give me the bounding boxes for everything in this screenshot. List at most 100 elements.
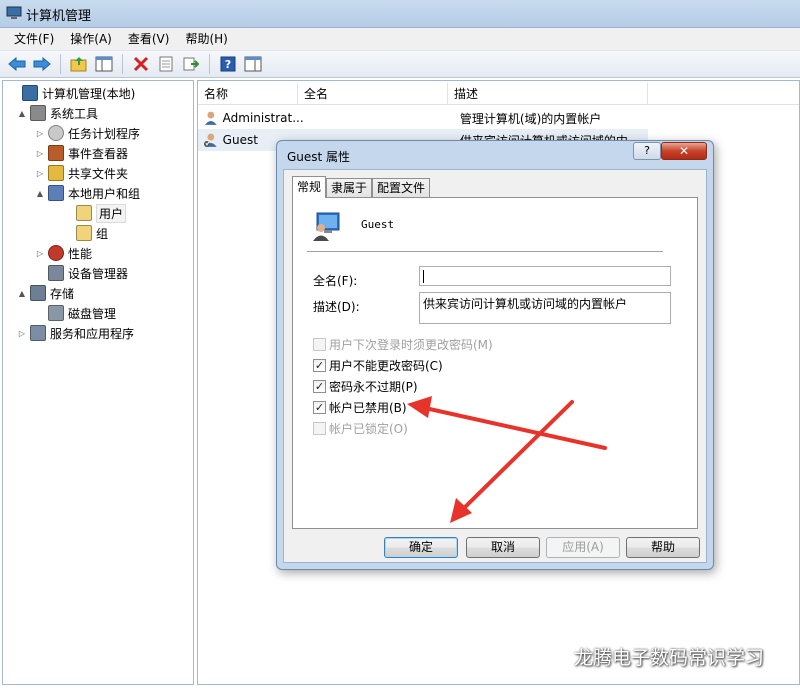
tree-item-label: 共享文件夹 xyxy=(68,166,129,181)
apply-button[interactable]: 应用(A) xyxy=(546,537,620,558)
tree-item-label: 系统工具 xyxy=(50,106,99,121)
dialog-close-button[interactable]: ✕ xyxy=(661,142,707,160)
show-tree-icon xyxy=(95,56,113,72)
expand-icon[interactable]: ▷ xyxy=(35,129,45,138)
tree-item[interactable]: 用户 xyxy=(63,203,127,223)
tree-item-label: 组 xyxy=(96,226,109,241)
forward-button[interactable] xyxy=(31,53,53,75)
check-mark-icon: ✓ xyxy=(313,379,326,393)
checkbox-box xyxy=(313,337,326,351)
fullname-input[interactable] xyxy=(419,266,671,286)
tree-item[interactable]: 磁盘管理 xyxy=(35,303,116,323)
up-level-button[interactable] xyxy=(68,53,90,75)
tab-general[interactable]: 常规 xyxy=(292,176,327,198)
tree-item[interactable]: ▷ 性能 xyxy=(35,243,92,263)
tree-item-label: 性能 xyxy=(68,246,93,261)
dialog-tabs: 常规 隶属于 配置文件 xyxy=(292,176,431,198)
tree-item-label: 设备管理器 xyxy=(68,266,129,281)
tree-item[interactable]: ▲ 存储 xyxy=(17,283,74,303)
collapse-icon[interactable]: ▲ xyxy=(35,189,45,198)
tree-item[interactable]: 设备管理器 xyxy=(35,263,128,283)
tree-item[interactable]: ▲ 系统工具 xyxy=(17,103,98,123)
services-icon xyxy=(30,325,46,341)
checkbox-box xyxy=(313,421,326,435)
column-description[interactable]: 描述 xyxy=(448,83,648,105)
ok-button[interactable]: 确定 xyxy=(384,537,458,558)
dialog-body: 常规 隶属于 配置文件 Guest 全名(F): 描述(D): 供来宾访问计算机… xyxy=(283,169,707,563)
toolbar: ? xyxy=(0,50,800,78)
expand-icon[interactable]: ▷ xyxy=(35,149,45,158)
column-fullname[interactable]: 全名 xyxy=(298,83,448,105)
row-description: 管理计算机(域)的内置帐户 xyxy=(459,111,602,126)
dialog-help-button[interactable]: ? xyxy=(633,142,661,160)
storage-icon xyxy=(30,285,46,301)
tree-item[interactable]: 组 xyxy=(63,223,108,243)
checkbox-label: 用户下次登录时须更改密码(M) xyxy=(329,337,493,352)
expand-icon[interactable]: ▷ xyxy=(35,249,45,258)
tools-icon xyxy=(30,105,46,121)
checkbox-cannot-change-password[interactable]: ✓ 用户不能更改密码(C) xyxy=(313,357,443,373)
help-icon: ? xyxy=(220,56,236,72)
tree-item[interactable]: ▲ 本地用户和组 xyxy=(35,183,140,203)
collapse-icon[interactable]: ▲ xyxy=(17,289,27,298)
show-tree-button[interactable] xyxy=(93,53,115,75)
help-dialog-button[interactable]: 帮助 xyxy=(626,537,700,558)
up-folder-icon xyxy=(70,57,87,72)
tree-item[interactable]: ▷ 服务和应用程序 xyxy=(17,323,134,343)
delete-button[interactable] xyxy=(130,53,152,75)
check-mark-icon: ✓ xyxy=(313,400,326,414)
tree-item-label: 用户 xyxy=(96,203,127,223)
list-row-administrator[interactable]: Administrat... 管理计算机(域)的内置帐户 xyxy=(198,107,648,129)
properties-button[interactable] xyxy=(155,53,177,75)
properties-icon xyxy=(159,56,173,72)
menu-view[interactable]: 查看(V) xyxy=(120,28,178,50)
expand-icon[interactable]: ▷ xyxy=(35,169,45,178)
tree-item-label: 事件查看器 xyxy=(68,146,129,161)
tree-item[interactable]: ▷ 共享文件夹 xyxy=(35,163,128,183)
performance-icon xyxy=(48,245,64,261)
checkbox-must-change-password[interactable]: 用户下次登录时须更改密码(M) xyxy=(313,336,493,352)
back-arrow-icon xyxy=(8,57,26,71)
description-input[interactable]: 供来宾访问计算机或访问域的内置帐户 xyxy=(419,292,671,324)
help-button[interactable]: ? xyxy=(217,53,239,75)
check-mark-icon: ✓ xyxy=(313,358,326,372)
back-button[interactable] xyxy=(6,53,28,75)
checkbox-password-never-expires[interactable]: ✓ 密码永不过期(P) xyxy=(313,378,418,394)
wechat-icon xyxy=(538,645,567,666)
watermark-text: 龙腾电子数码常识学习 xyxy=(574,646,765,669)
tab-member-of[interactable]: 隶属于 xyxy=(326,178,373,198)
user-name-label: Guest xyxy=(361,218,395,231)
tree-item[interactable]: ▷ 任务计划程序 xyxy=(35,123,140,143)
user-account-icon xyxy=(313,212,340,241)
computer-management-icon xyxy=(6,6,22,19)
action-pane-icon xyxy=(244,56,262,72)
watermark: 龙腾电子数码常识学习 xyxy=(538,642,764,670)
export-button[interactable] xyxy=(180,53,202,75)
menu-action[interactable]: 操作(A) xyxy=(62,28,120,50)
action-pane-button[interactable] xyxy=(242,53,264,75)
menu-file[interactable]: 文件(F) xyxy=(6,28,62,50)
menu-help[interactable]: 帮助(H) xyxy=(177,28,235,50)
event-viewer-icon xyxy=(48,145,64,161)
tree-item-label: 计算机管理(本地) xyxy=(42,86,136,101)
tree-item-label: 磁盘管理 xyxy=(68,306,117,321)
tree-item-label: 本地用户和组 xyxy=(68,186,141,201)
svg-text:?: ? xyxy=(225,58,231,71)
list-header: 名称 全名 描述 xyxy=(198,83,799,105)
tree-item[interactable]: ▷ 事件查看器 xyxy=(35,143,128,163)
checkbox-account-disabled[interactable]: ✓ 帐户已禁用(B) xyxy=(313,399,407,415)
export-icon xyxy=(183,57,199,71)
checkbox-label: 密码永不过期(P) xyxy=(329,379,418,394)
checkbox-account-locked[interactable]: 帐户已锁定(O) xyxy=(313,420,408,436)
cancel-button[interactable]: 取消 xyxy=(466,537,540,558)
column-name[interactable]: 名称 xyxy=(198,83,298,105)
forward-arrow-icon xyxy=(33,57,51,71)
tab-profile[interactable]: 配置文件 xyxy=(372,178,431,198)
toolbar-separator xyxy=(122,54,123,74)
collapse-icon[interactable]: ▲ xyxy=(17,109,27,118)
toolbar-separator xyxy=(60,54,61,74)
disabled-user-icon xyxy=(203,133,217,147)
tree-item[interactable]: 计算机管理(本地) xyxy=(9,83,135,103)
console-tree: 计算机管理(本地) ▲ 系统工具 ▷ 任务计划程序 ▷ 事件查看器 ▷ 共享文件夹 ▲ 本地用户和组… xyxy=(2,80,194,685)
expand-icon[interactable]: ▷ xyxy=(17,329,27,338)
